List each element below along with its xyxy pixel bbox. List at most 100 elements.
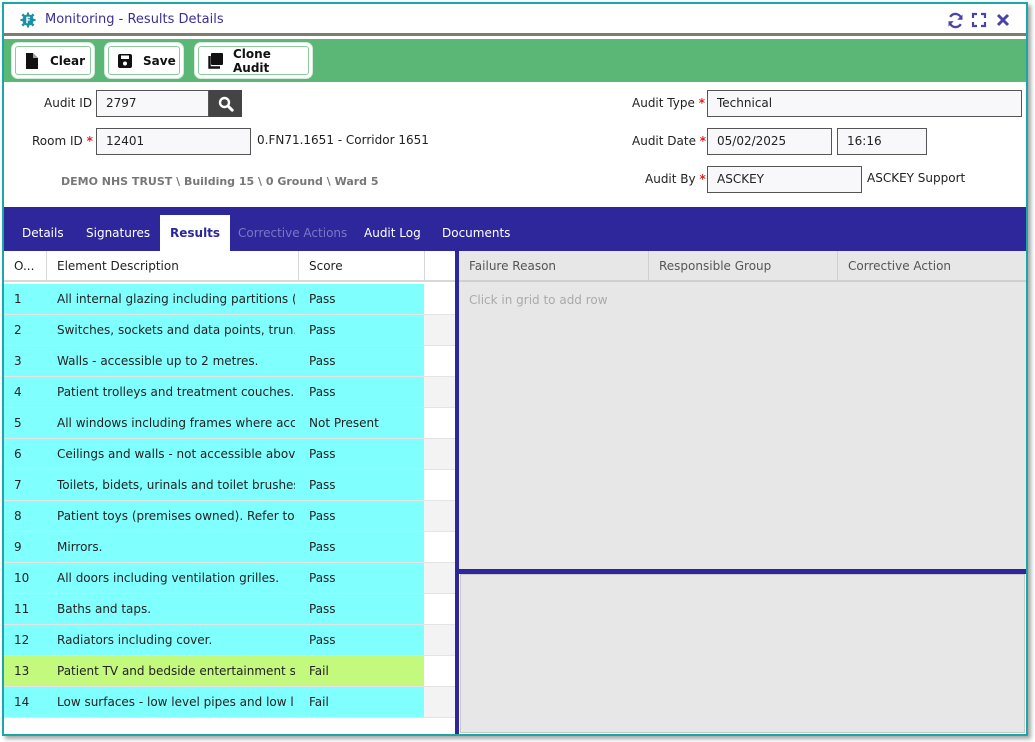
table-row[interactable]: 11 Baths and taps. Pass [4,594,455,625]
order-cell: 11 [14,602,30,616]
results-grid-header: O... Element Description Score [4,251,455,282]
tab-bar: Details Signatures Results Corrective Ac… [4,207,1026,251]
row-filler [424,501,455,531]
location-path: DEMO NHS TRUST \ Building 15 \ 0 Ground … [61,175,379,188]
row-cells: 9 Mirrors. Pass [4,532,424,562]
score-cell[interactable]: Pass [309,377,421,407]
score-cell[interactable]: Pass [309,439,421,469]
audit-type-select[interactable]: Technical [707,90,1022,117]
table-row[interactable]: 2 Switches, sockets and data points, trun… [4,315,455,346]
column-header-order[interactable]: O... [4,251,47,282]
refresh-icon[interactable] [946,11,964,29]
row-cells: 12 Radiators including cover. Pass [4,625,424,655]
row-cells: 5 All windows including frames where acc.… [4,408,424,438]
score-cell[interactable]: Pass [309,470,421,500]
score-cell[interactable]: Pass [309,346,421,376]
audit-date-label: Audit Date * [632,134,706,148]
add-row-placeholder[interactable]: Click in grid to add row [469,293,608,307]
score-cell[interactable]: Not Present [309,408,421,438]
maximize-icon[interactable] [970,11,988,29]
description-cell: Toilets, bidets, urinals and toilet brus… [57,478,295,492]
column-header-responsible-group[interactable]: Responsible Group [649,251,838,282]
row-cells: 4 Patient trolleys and treatment couches.… [4,377,424,407]
table-row[interactable]: 4 Patient trolleys and treatment couches.… [4,377,455,408]
clone-audit-label: Clone Audit [233,46,271,75]
clone-audit-button[interactable]: Clone Audit [195,43,312,78]
required-marker: * [698,96,705,110]
failure-grid-header: Failure Reason Responsible Group Correct… [459,251,1026,282]
order-cell: 10 [14,571,30,585]
row-cells: 7 Toilets, bidets, urinals and toilet bru… [4,470,424,500]
score-cell[interactable]: Pass [309,594,421,624]
row-cells: 6 Ceilings and walls - not accessible abo… [4,439,424,469]
row-filler [424,625,455,655]
row-filler [424,532,455,562]
tab-signatures[interactable]: Signatures [76,215,160,251]
table-row[interactable]: 1 All internal glazing including partitio… [4,284,455,315]
table-row[interactable]: 10 All doors including ventilation grille… [4,563,455,594]
results-grid: O... Element Description Score 1 All inte… [4,251,455,734]
row-cells: 3 Walls - accessible up to 2 metres. Pass [4,346,424,376]
audit-search-button[interactable] [209,90,242,117]
row-cells: 13 Patient TV and bedside entertainment s… [4,656,424,686]
room-id-label: Room ID * [32,134,93,148]
score-cell[interactable]: Pass [309,532,421,562]
tab-audit-log[interactable]: Audit Log [354,215,431,251]
row-filler [424,594,455,624]
audit-date-label-text: Audit Date [632,134,696,148]
order-cell: 8 [14,509,22,523]
audit-time-input[interactable]: 16:16 [837,128,927,155]
description-cell: Switches, sockets and data points, trun.… [57,323,295,337]
score-cell[interactable]: Pass [309,284,421,314]
tab-results[interactable]: Results [160,215,231,251]
score-cell[interactable]: Pass [309,563,421,593]
description-cell: Patient trolleys and treatment couches..… [57,385,295,399]
toolbar: Clear Save Clone Audit [4,39,1026,82]
table-row[interactable]: 12 Radiators including cover. Pass [4,625,455,656]
table-row[interactable]: 9 Mirrors. Pass [4,532,455,563]
audit-by-input[interactable]: ASCKEY [707,166,862,193]
detail-panel [460,574,1025,733]
order-cell: 6 [14,447,22,461]
audit-id-input[interactable]: 2797 [96,90,209,117]
clear-button[interactable]: Clear [12,43,94,78]
row-filler [424,284,455,314]
row-filler [424,377,455,407]
table-row[interactable]: 14 Low surfaces - low level pipes and low… [4,687,455,718]
tab-details[interactable]: Details [12,215,74,251]
description-cell: Radiators including cover. [57,633,213,647]
required-marker: * [699,172,706,186]
table-row[interactable]: 13 Patient TV and bedside entertainment s… [4,656,455,687]
score-cell[interactable]: Pass [309,315,421,345]
description-cell: All doors including ventilation grilles. [57,571,280,585]
description-cell: All internal glazing including partition… [57,292,295,306]
save-button[interactable]: Save [105,43,183,78]
description-cell: Walls - accessible up to 2 metres. [57,354,259,368]
failure-reasons-grid[interactable]: Failure Reason Responsible Group Correct… [459,251,1026,569]
table-row[interactable]: 6 Ceilings and walls - not accessible abo… [4,439,455,470]
score-cell[interactable]: Pass [309,625,421,655]
tab-documents[interactable]: Documents [432,215,520,251]
audit-date-input[interactable]: 05/02/2025 [707,128,832,155]
score-cell[interactable]: Pass [309,501,421,531]
column-header-corrective-action[interactable]: Corrective Action [838,251,1026,282]
required-marker: * [699,134,707,148]
order-cell: 2 [14,323,22,337]
column-header-failure-reason[interactable]: Failure Reason [459,251,649,282]
table-row[interactable]: 3 Walls - accessible up to 2 metres. Pass [4,346,455,377]
table-row[interactable]: 7 Toilets, bidets, urinals and toilet bru… [4,470,455,501]
order-cell: 13 [14,664,30,678]
row-cells: 14 Low surfaces - low level pipes and low… [4,687,424,717]
room-id-input[interactable]: 12401 [96,128,251,155]
table-row[interactable]: 8 Patient toys (premises owned). Refer to… [4,501,455,532]
score-cell[interactable]: Fail [309,687,421,717]
order-cell: 5 [14,416,22,430]
order-cell: 1 [14,292,22,306]
score-cell[interactable]: Fail [309,656,421,686]
audit-by-name: ASCKEY Support [867,171,966,185]
close-icon[interactable] [994,11,1012,29]
row-filler [424,315,455,345]
column-header-element-description[interactable]: Element Description [47,251,299,282]
column-header-score[interactable]: Score [299,251,425,282]
table-row[interactable]: 5 All windows including frames where acc.… [4,408,455,439]
